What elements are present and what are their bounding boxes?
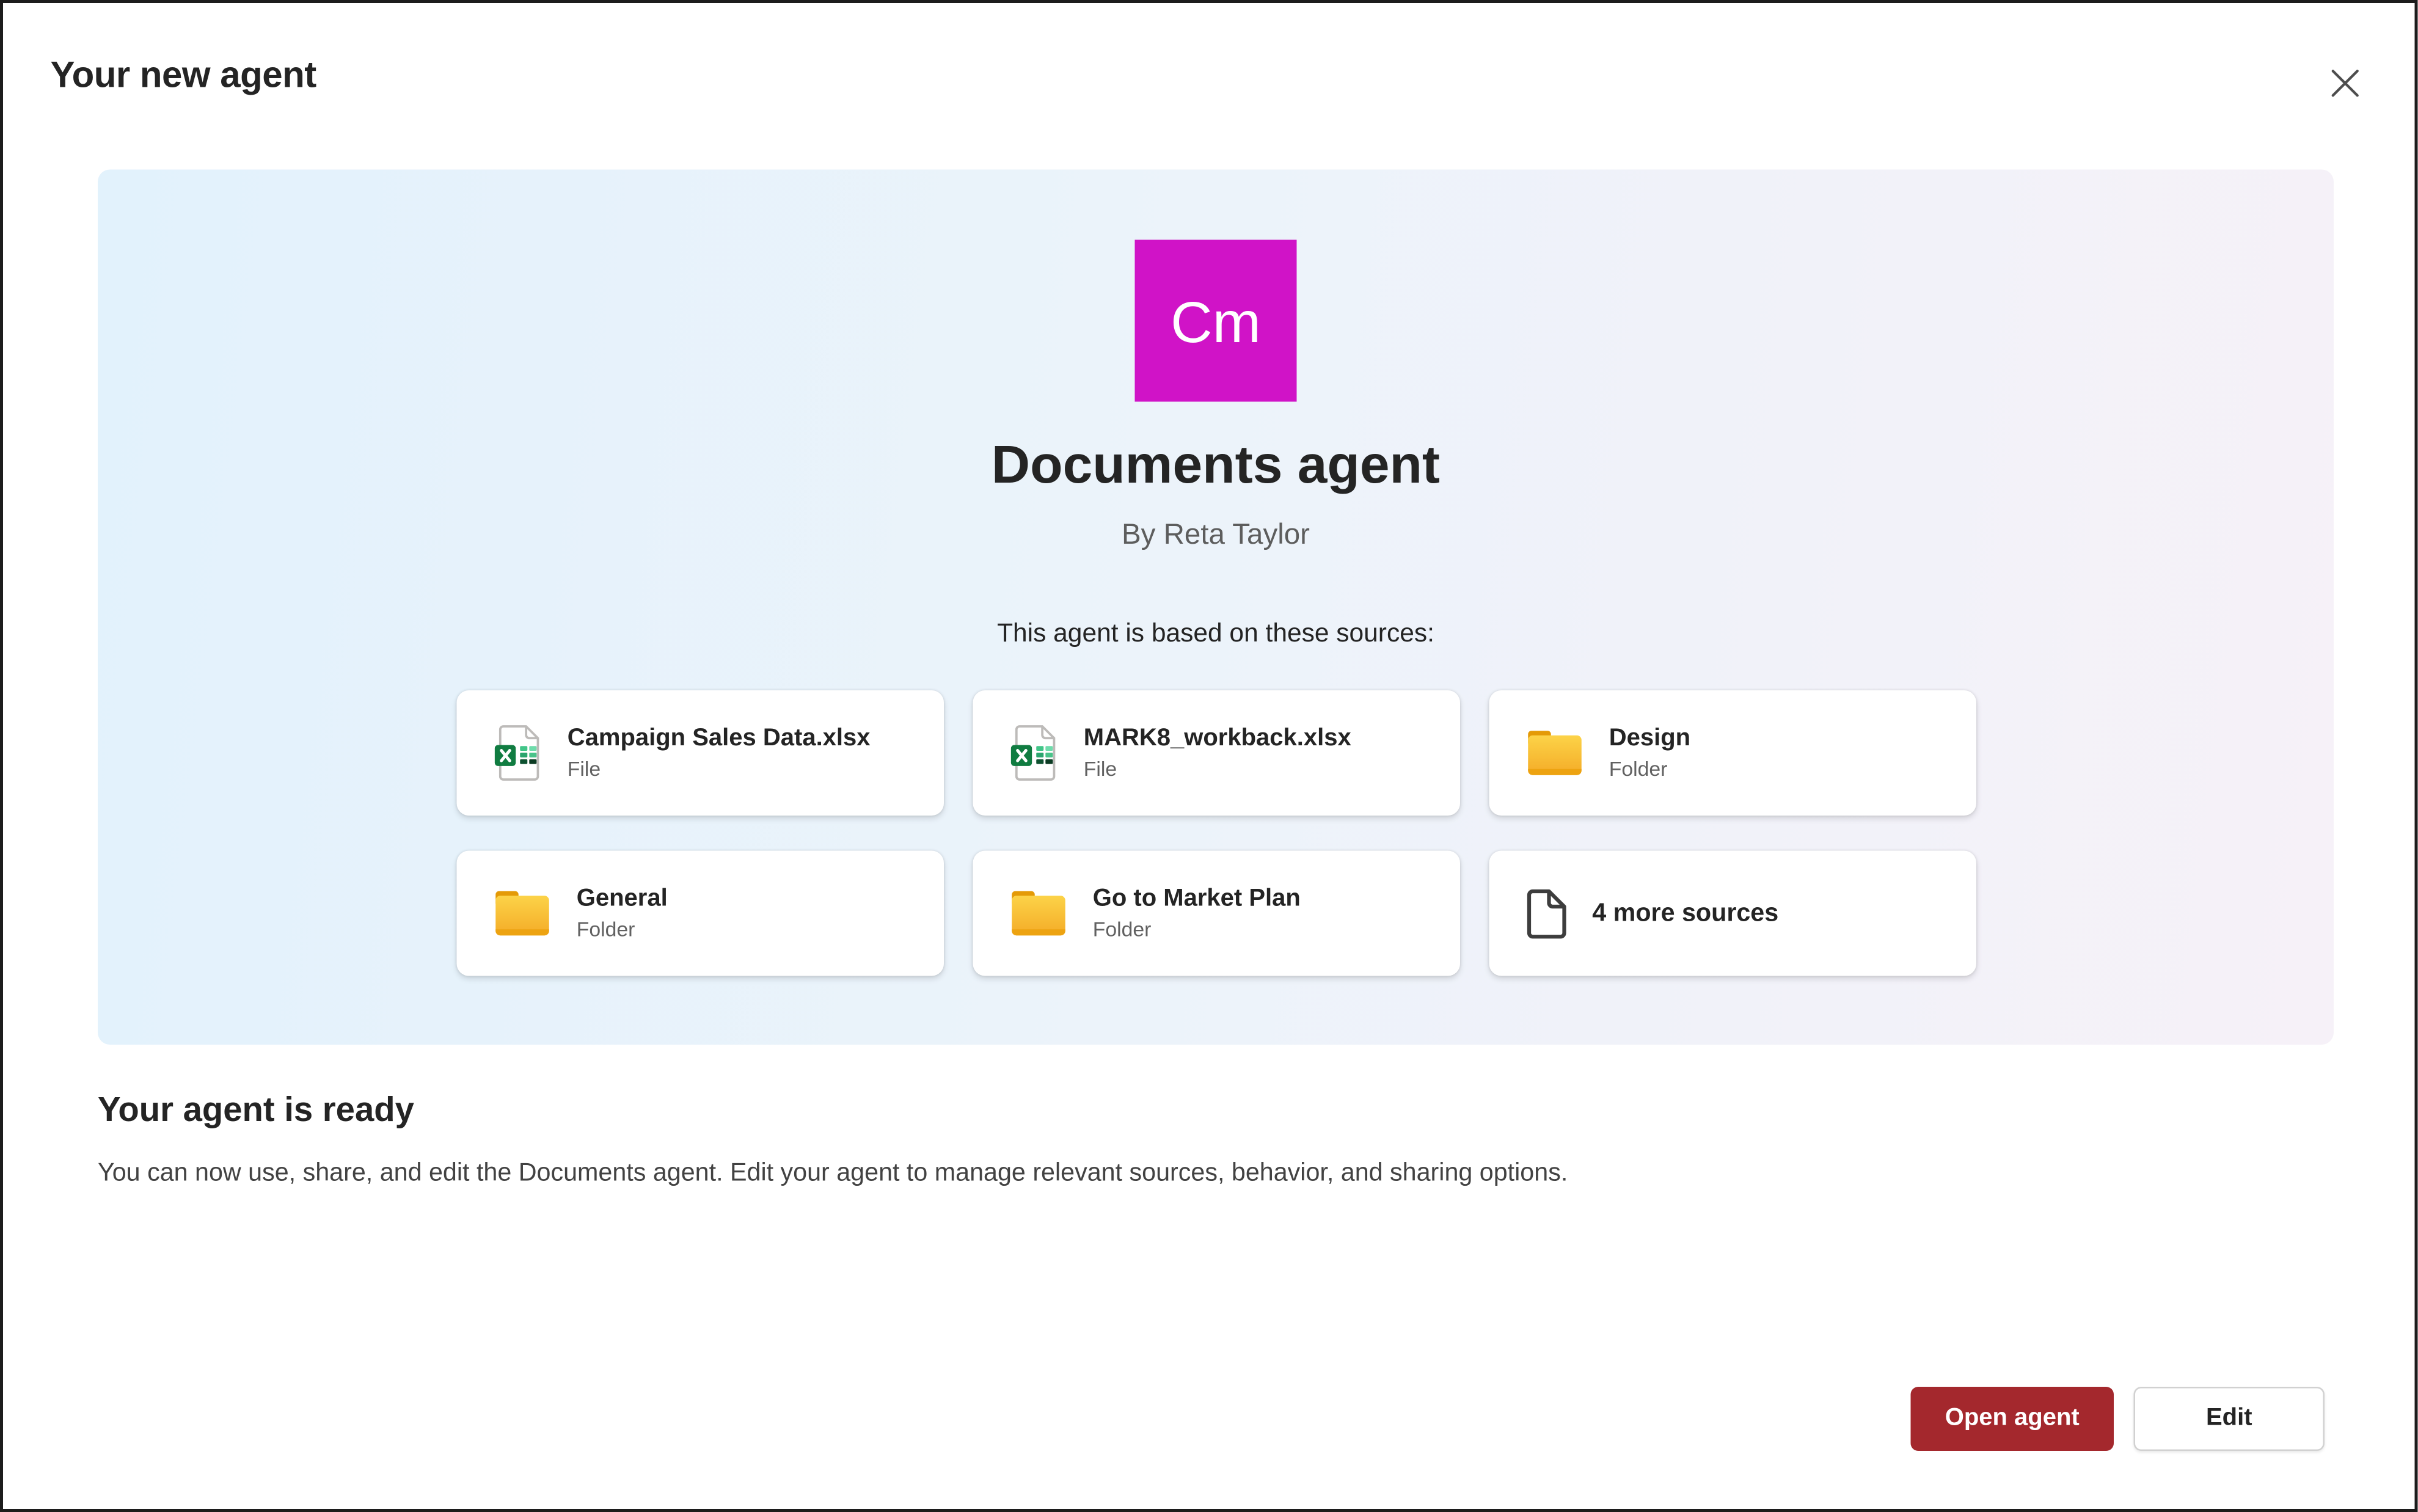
- excel-file-icon: [1009, 723, 1057, 784]
- source-text: MARK8_workback.xlsx File: [1084, 724, 1351, 782]
- agent-byline: By Reta Taylor: [1122, 516, 1310, 555]
- source-card: Campaign Sales Data.xlsx File: [456, 690, 943, 816]
- close-icon: [2330, 68, 2359, 97]
- sources-grid: Campaign Sales Data.xlsx File: [456, 690, 1976, 976]
- folder-icon: [1009, 889, 1067, 938]
- source-card: General Folder: [456, 851, 943, 976]
- footer-actions: Open agent Edit: [1911, 1387, 2325, 1451]
- agent-avatar: Cm: [1135, 240, 1297, 402]
- source-type: Folder: [1093, 918, 1301, 943]
- source-text: Go to Market Plan Folder: [1093, 885, 1301, 943]
- source-text: Design Folder: [1609, 724, 1690, 782]
- source-name: Campaign Sales Data.xlsx: [568, 724, 871, 753]
- source-type: File: [568, 758, 871, 782]
- new-agent-dialog: Your new agent Cm Documents agent By Ret…: [0, 0, 2418, 1512]
- viewport: Your new agent Cm Documents agent By Ret…: [0, 0, 2418, 1512]
- source-card: Design Folder: [1488, 690, 1976, 816]
- source-card: Go to Market Plan Folder: [972, 851, 1459, 976]
- document-icon: [1525, 888, 1566, 939]
- status-description: You can now use, share, and edit the Doc…: [98, 1156, 1568, 1190]
- folder-icon: [1525, 729, 1583, 778]
- open-agent-button[interactable]: Open agent: [1911, 1387, 2114, 1451]
- agent-hero-card: Cm Documents agent By Reta Taylor This a…: [98, 170, 2334, 1045]
- source-card: 4 more sources: [1488, 851, 1976, 976]
- source-card: MARK8_workback.xlsx File: [972, 690, 1459, 816]
- source-name: 4 more sources: [1592, 899, 1778, 928]
- source-type: Folder: [577, 918, 668, 943]
- source-type: File: [1084, 758, 1351, 782]
- source-name: Go to Market Plan: [1093, 885, 1301, 914]
- source-type: Folder: [1609, 758, 1690, 782]
- status-heading: Your agent is ready: [98, 1087, 414, 1132]
- source-name: General: [577, 885, 668, 914]
- edit-button[interactable]: Edit: [2134, 1387, 2325, 1451]
- source-text: Campaign Sales Data.xlsx File: [568, 724, 871, 782]
- agent-name: Documents agent: [992, 434, 1440, 498]
- avatar-initials: Cm: [1171, 289, 1261, 353]
- source-name: MARK8_workback.xlsx: [1084, 724, 1351, 753]
- dialog-title: Your new agent: [51, 54, 316, 100]
- source-text: 4 more sources: [1592, 899, 1778, 928]
- sources-intro-label: This agent is based on these sources:: [997, 617, 1434, 651]
- folder-icon: [492, 889, 550, 938]
- excel-file-icon: [492, 723, 541, 784]
- close-button[interactable]: [2320, 58, 2369, 107]
- source-text: General Folder: [577, 885, 668, 943]
- source-name: Design: [1609, 724, 1690, 753]
